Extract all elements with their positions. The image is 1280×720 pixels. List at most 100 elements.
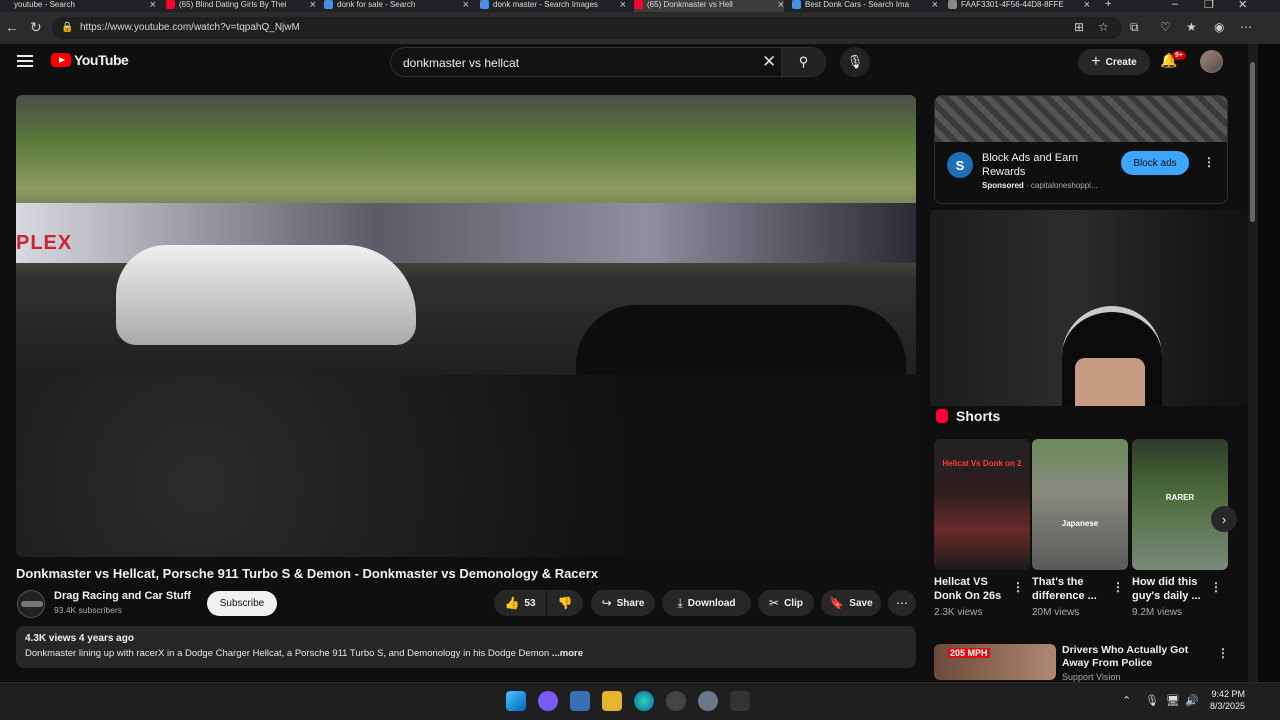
create-label: Create — [1105, 56, 1137, 68]
edge-browser-icon[interactable] — [634, 691, 654, 711]
short-views: 9.2M views — [1132, 607, 1183, 618]
scrollbar-thumb[interactable] — [1250, 62, 1255, 222]
close-icon[interactable]: × — [310, 0, 316, 11]
recommended-title[interactable]: Drivers Who Actually Got Away From Polic… — [1062, 644, 1212, 670]
clear-search-icon[interactable]: ✕ — [762, 52, 776, 72]
search-bar[interactable]: donkmaster vs hellcat ✕ ⚲ — [390, 47, 826, 77]
close-icon[interactable]: × — [932, 0, 938, 11]
close-icon[interactable]: × — [1084, 0, 1090, 11]
ad-title[interactable]: Block Ads and Earn Rewards — [982, 151, 1117, 179]
favorites-icon[interactable]: ★ — [1186, 20, 1197, 34]
address-bar[interactable]: 🔒 https://www.youtube.com/watch?v=tqpahQ… — [52, 17, 1122, 39]
close-window-icon[interactable]: ✕ — [1238, 0, 1247, 11]
hamburger-menu-icon[interactable] — [17, 55, 33, 67]
minimize-icon[interactable]: – — [1172, 0, 1178, 10]
search-button[interactable]: ⚲ — [781, 48, 825, 76]
back-arrow-icon[interactable]: ← — [5, 19, 19, 35]
thumbs-down-icon: 👎 — [557, 596, 573, 610]
video-player[interactable]: PLEX — [16, 95, 916, 557]
shorts-next-button[interactable]: › — [1211, 506, 1237, 532]
channel-avatar[interactable] — [17, 590, 45, 618]
tab-label: youtube - Search — [14, 0, 75, 9]
new-tab-button[interactable]: + — [1105, 0, 1111, 10]
clip-button[interactable]: ✂ Clip — [758, 590, 814, 616]
tab-label: donk master - Search Images — [493, 0, 598, 9]
tab-blind-dating[interactable]: (65) Blind Dating Girls By Thei × — [166, 0, 316, 12]
recommended-thumbnail[interactable]: 205 MPH — [934, 644, 1056, 680]
like-button[interactable]: 👍 53 — [494, 590, 546, 616]
ad-domain: · capitaloneshoppi... — [1026, 181, 1098, 190]
close-icon[interactable]: × — [150, 0, 156, 11]
dislike-button[interactable]: 👎 — [547, 590, 583, 616]
tab-donkmaster-vs-hellcat[interactable]: (65) Donkmaster vs Hell × — [634, 0, 784, 12]
short-title[interactable]: That's the difference ... — [1032, 575, 1114, 603]
plus-icon: + — [1091, 53, 1101, 70]
microphone-tray-icon[interactable]: 🎙 — [1145, 694, 1159, 707]
short-more-icon[interactable]: ⋮ — [1112, 580, 1124, 594]
tab-best-donk-cars[interactable]: Best Donk Cars - Search Ima × — [792, 0, 938, 12]
extensions-icon[interactable]: ⧉ — [1130, 20, 1139, 35]
file-explorer-icon[interactable] — [602, 691, 622, 711]
more-menu-icon[interactable]: ⋯ — [1240, 20, 1252, 34]
chevron-up-icon[interactable]: ⌃ — [1122, 694, 1131, 707]
favorite-star-icon[interactable]: ☆ — [1098, 20, 1109, 34]
calendar-app-icon[interactable] — [570, 691, 590, 711]
restore-icon[interactable]: ❐ — [1204, 0, 1214, 11]
volume-icon[interactable]: 🔊 — [1185, 694, 1199, 707]
page-scrollbar[interactable] — [1248, 44, 1258, 682]
tab-label: Best Donk Cars - Search Ima — [805, 0, 910, 9]
tab-youtube-search[interactable]: youtube - Search × — [14, 0, 156, 12]
save-button[interactable]: 🔖 Save — [821, 590, 881, 616]
search-input[interactable]: donkmaster vs hellcat — [403, 56, 519, 70]
share-button[interactable]: ↪ Share — [591, 590, 655, 616]
globe-favicon-icon — [948, 0, 957, 9]
network-icon[interactable]: 🖥 — [1166, 694, 1180, 707]
description-body: Donkmaster lining up with racerX in a Do… — [25, 648, 550, 659]
tab-image-file[interactable]: FAAF3301-4F56-44D8-8FFE × — [948, 0, 1090, 12]
description-box[interactable]: 4.3K views 4 years ago Donkmaster lining… — [16, 626, 916, 668]
recommended-more-icon[interactable]: ⋮ — [1217, 646, 1229, 660]
sponsored-ad-card[interactable]: S Block Ads and Earn Rewards Sponsored ·… — [934, 95, 1228, 204]
profile-icon[interactable]: ◉ — [1214, 20, 1224, 34]
site-info-icon[interactable]: 🔒 — [61, 17, 73, 39]
subscribe-button[interactable]: Subscribe — [207, 591, 277, 616]
close-icon[interactable]: × — [778, 0, 784, 11]
account-avatar[interactable] — [1200, 50, 1223, 73]
short-more-icon[interactable]: ⋮ — [1210, 580, 1222, 594]
block-ads-button[interactable]: Block ads — [1121, 151, 1189, 175]
browser-toolbar: ← ↻ 🔒 https://www.youtube.com/watch?v=tq… — [0, 12, 1280, 44]
chat-app-icon[interactable] — [538, 691, 558, 711]
app-icon[interactable] — [666, 691, 686, 711]
short-thumb-text: Hellcat Vs Donk on 2 — [942, 459, 1022, 468]
webcam-overlay — [930, 210, 1280, 406]
refresh-icon[interactable]: ↻ — [30, 19, 42, 36]
more-actions-button[interactable]: ⋯ — [888, 590, 916, 616]
download-button[interactable]: ⤓ Download — [662, 590, 751, 616]
short-title[interactable]: How did this guy's daily ... — [1132, 575, 1214, 603]
channel-name[interactable]: Drag Racing and Car Stuff — [54, 590, 191, 602]
show-more-link[interactable]: ...more — [552, 648, 583, 659]
window-edge — [1258, 44, 1280, 682]
ad-more-icon[interactable]: ⋮ — [1203, 155, 1215, 169]
close-icon[interactable]: × — [463, 0, 469, 11]
close-icon[interactable]: × — [620, 0, 626, 11]
settings-gear-icon[interactable] — [698, 691, 718, 711]
browser-essentials-icon[interactable]: ♡ — [1160, 20, 1171, 34]
obs-app-icon[interactable] — [730, 691, 750, 711]
create-button[interactable]: + Create — [1078, 49, 1150, 75]
tab-donk-master-images[interactable]: donk master - Search Images × — [480, 0, 626, 12]
youtube-favicon-icon — [166, 0, 175, 9]
short-title[interactable]: Hellcat VS Donk On 26s — [934, 575, 1016, 603]
voice-search-button[interactable]: 🎙 — [840, 47, 870, 77]
short-thumbnail[interactable]: RARER — [1132, 439, 1228, 570]
search-icon: ⚲ — [798, 54, 809, 69]
youtube-favicon-icon — [634, 0, 643, 9]
start-windows-icon[interactable] — [506, 691, 526, 711]
system-clock[interactable]: 9:42 PM 8/3/2025 — [1205, 688, 1245, 712]
tab-donk-for-sale[interactable]: donk for sale - Search × — [324, 0, 469, 12]
app-install-icon[interactable]: ⊞ — [1074, 20, 1084, 34]
short-more-icon[interactable]: ⋮ — [1012, 580, 1024, 594]
short-thumbnail[interactable]: Hellcat Vs Donk on 2 — [934, 439, 1030, 570]
youtube-logo[interactable]: YouTube — [51, 52, 129, 68]
short-thumbnail[interactable]: Japanese — [1032, 439, 1128, 570]
